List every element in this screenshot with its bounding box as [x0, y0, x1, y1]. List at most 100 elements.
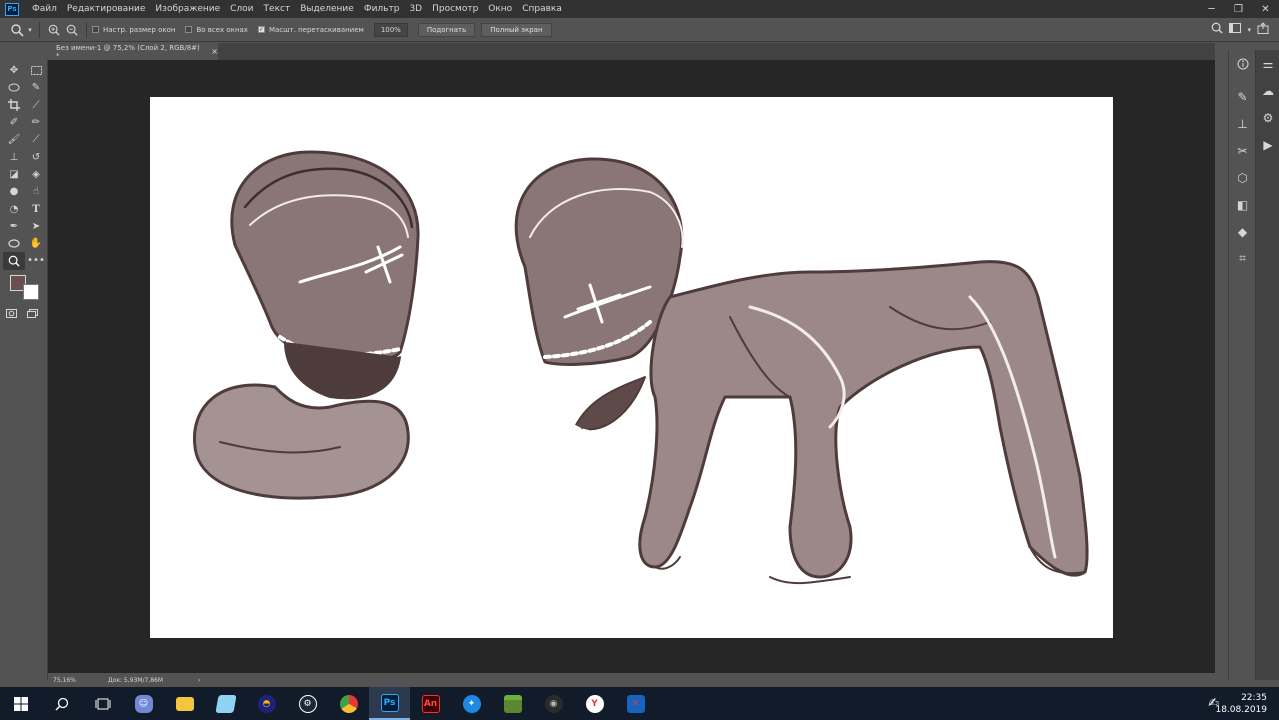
clone-source-icon[interactable]: ⊥: [1229, 110, 1256, 137]
close-tab-icon[interactable]: ×: [211, 47, 218, 56]
notepad-app-icon[interactable]: [205, 687, 246, 720]
screen-mode-icon[interactable]: [27, 308, 38, 321]
actions-play-icon[interactable]: ▶: [1256, 131, 1279, 158]
zoom-out-icon[interactable]: [63, 21, 81, 39]
zoom-tool-icon[interactable]: [3, 252, 25, 270]
file-explorer-icon[interactable]: [164, 687, 205, 720]
marquee-tool-icon[interactable]: [25, 62, 47, 79]
rotate-view-tool-icon[interactable]: ✋: [25, 235, 47, 252]
menu-select[interactable]: Выделение: [295, 0, 359, 18]
brush-tool-icon[interactable]: 🖌: [3, 131, 25, 148]
menu-type[interactable]: Текст: [259, 0, 296, 18]
fill-screen-button[interactable]: Полный экран: [481, 22, 552, 37]
all-windows-checkbox[interactable]: Во всех окнах: [185, 25, 248, 34]
tool-presets-icon[interactable]: ✂: [1229, 137, 1256, 164]
resize-windows-checkbox[interactable]: Настр. размер окон: [92, 26, 175, 34]
status-menu-arrow-icon[interactable]: ›: [198, 677, 200, 684]
clock-time: 22:35: [1241, 692, 1267, 703]
adjustments-icon[interactable]: ⚌: [1256, 50, 1279, 77]
menu-help[interactable]: Справка: [517, 0, 567, 18]
chrome-style-icon[interactable]: [328, 687, 369, 720]
menu-view[interactable]: Просмотр: [427, 0, 483, 18]
pencil-tool-icon[interactable]: ✏: [25, 114, 47, 131]
task-view-icon[interactable]: [82, 687, 123, 720]
windows-start-icon[interactable]: [0, 687, 41, 720]
crop-tool-icon[interactable]: [3, 97, 25, 114]
mixer-brush-tool-icon[interactable]: ⟋: [25, 131, 47, 148]
zoom-in-icon[interactable]: [45, 21, 63, 39]
zoom-percent-field[interactable]: 100%: [373, 22, 408, 37]
blur-tool-icon[interactable]: ●: [3, 183, 25, 200]
all-windows-label: Во всех окнах: [196, 25, 248, 34]
zoom-level-readout[interactable]: 75,16%: [53, 677, 108, 684]
checkbox-box[interactable]: [185, 26, 193, 33]
taskbar-animate[interactable]: An: [410, 687, 451, 720]
menu-file[interactable]: Файл: [27, 0, 62, 18]
search-icon[interactable]: [1211, 22, 1224, 37]
background-color-swatch[interactable]: [23, 284, 39, 300]
channels-icon[interactable]: ◧: [1229, 191, 1256, 218]
system-clock[interactable]: 22:35 18.08.2019: [1215, 687, 1267, 720]
move-tool-icon[interactable]: ✥: [3, 62, 25, 79]
lasso-tool-icon[interactable]: [3, 79, 25, 96]
document-tab[interactable]: Без имени-1 @ 75,2% (Слой 2, RGB/8#) * ×: [48, 43, 218, 60]
document-canvas[interactable]: [150, 97, 1113, 638]
menu-3d[interactable]: 3D: [404, 0, 427, 18]
quick-selection-tool-icon[interactable]: ✎: [25, 79, 47, 96]
document-tab-title: Без имени-1 @ 75,2% (Слой 2, RGB/8#) *: [56, 43, 200, 60]
search-icon[interactable]: [41, 687, 82, 720]
more-tools-icon[interactable]: •••: [25, 252, 47, 269]
document-tabbar: Без имени-1 @ 75,2% (Слой 2, RGB/8#) * ×: [48, 43, 1215, 60]
dodge-tool-icon[interactable]: ◔: [3, 200, 25, 217]
close-button[interactable]: ✕: [1252, 0, 1279, 18]
paths-icon[interactable]: ⌗: [1229, 245, 1256, 272]
fit-screen-button[interactable]: Подогнать: [417, 22, 476, 37]
scrubby-zoom-label: Масшт. перетаскиванием: [268, 25, 364, 34]
color-swatches[interactable]: [10, 272, 40, 302]
path-selection-tool-icon[interactable]: ➤: [25, 218, 47, 235]
paint-bucket-tool-icon[interactable]: ◈: [25, 166, 47, 183]
obs-icon[interactable]: ◉: [533, 687, 574, 720]
game-app-icon[interactable]: ◓: [246, 687, 287, 720]
steam-icon[interactable]: ⚙: [287, 687, 328, 720]
libraries-icon[interactable]: ☁: [1256, 77, 1279, 104]
scrubby-zoom-checkbox[interactable]: ✓ Масшт. перетаскиванием: [257, 25, 364, 34]
layers-panel-icon[interactable]: ◆: [1229, 218, 1256, 245]
menu-image[interactable]: Изображение: [150, 0, 225, 18]
quick-mask-icon[interactable]: [6, 308, 17, 321]
chevron-down-icon[interactable]: ▾: [26, 21, 34, 39]
3d-panel-icon[interactable]: ⬡: [1229, 164, 1256, 191]
checkbox-box[interactable]: [92, 26, 99, 33]
minecraft-icon[interactable]: [492, 687, 533, 720]
share-icon[interactable]: [1257, 22, 1269, 37]
menu-filter[interactable]: Фильтр: [359, 0, 405, 18]
restore-button[interactable]: ❐: [1225, 0, 1252, 18]
resize-windows-label: Настр. размер окон: [103, 25, 176, 34]
checkmark-icon[interactable]: ✓: [257, 26, 265, 33]
yandex-browser-icon[interactable]: Y: [574, 687, 615, 720]
chevron-down-icon[interactable]: ▾: [1247, 26, 1251, 34]
history-brush-tool-icon[interactable]: ↺: [25, 148, 47, 165]
menu-layers[interactable]: Слои: [225, 0, 258, 18]
ellipse-tool-icon[interactable]: [3, 235, 25, 252]
properties-icon[interactable]: ⚙: [1256, 104, 1279, 131]
menu-edit[interactable]: Редактирование: [62, 0, 151, 18]
media-app-icon[interactable]: ✦: [451, 687, 492, 720]
workspace-icon[interactable]: [1229, 23, 1242, 36]
zoom-tool-preset-icon[interactable]: [8, 21, 26, 39]
document-workspace[interactable]: [48, 60, 1215, 673]
minimize-button[interactable]: ─: [1198, 0, 1225, 18]
eyedropper-tool-icon[interactable]: ⟋: [25, 97, 47, 114]
menu-window[interactable]: Окно: [483, 0, 517, 18]
discord-icon[interactable]: ☺: [123, 687, 164, 720]
smudge-tool-icon[interactable]: ☝: [25, 183, 47, 200]
app-x-icon[interactable]: ✕: [615, 687, 656, 720]
pen-tool-icon[interactable]: ✒: [3, 218, 25, 235]
healing-brush-tool-icon[interactable]: ✐: [3, 114, 25, 131]
brush-settings-icon[interactable]: ✎: [1229, 83, 1256, 110]
eraser-tool-icon[interactable]: ◪: [3, 166, 25, 183]
info-panel-icon[interactable]: [1229, 50, 1256, 77]
taskbar-photoshop[interactable]: Ps: [369, 687, 410, 720]
type-tool-icon[interactable]: T: [25, 200, 47, 217]
stamp-tool-icon[interactable]: ⊥: [3, 148, 25, 165]
